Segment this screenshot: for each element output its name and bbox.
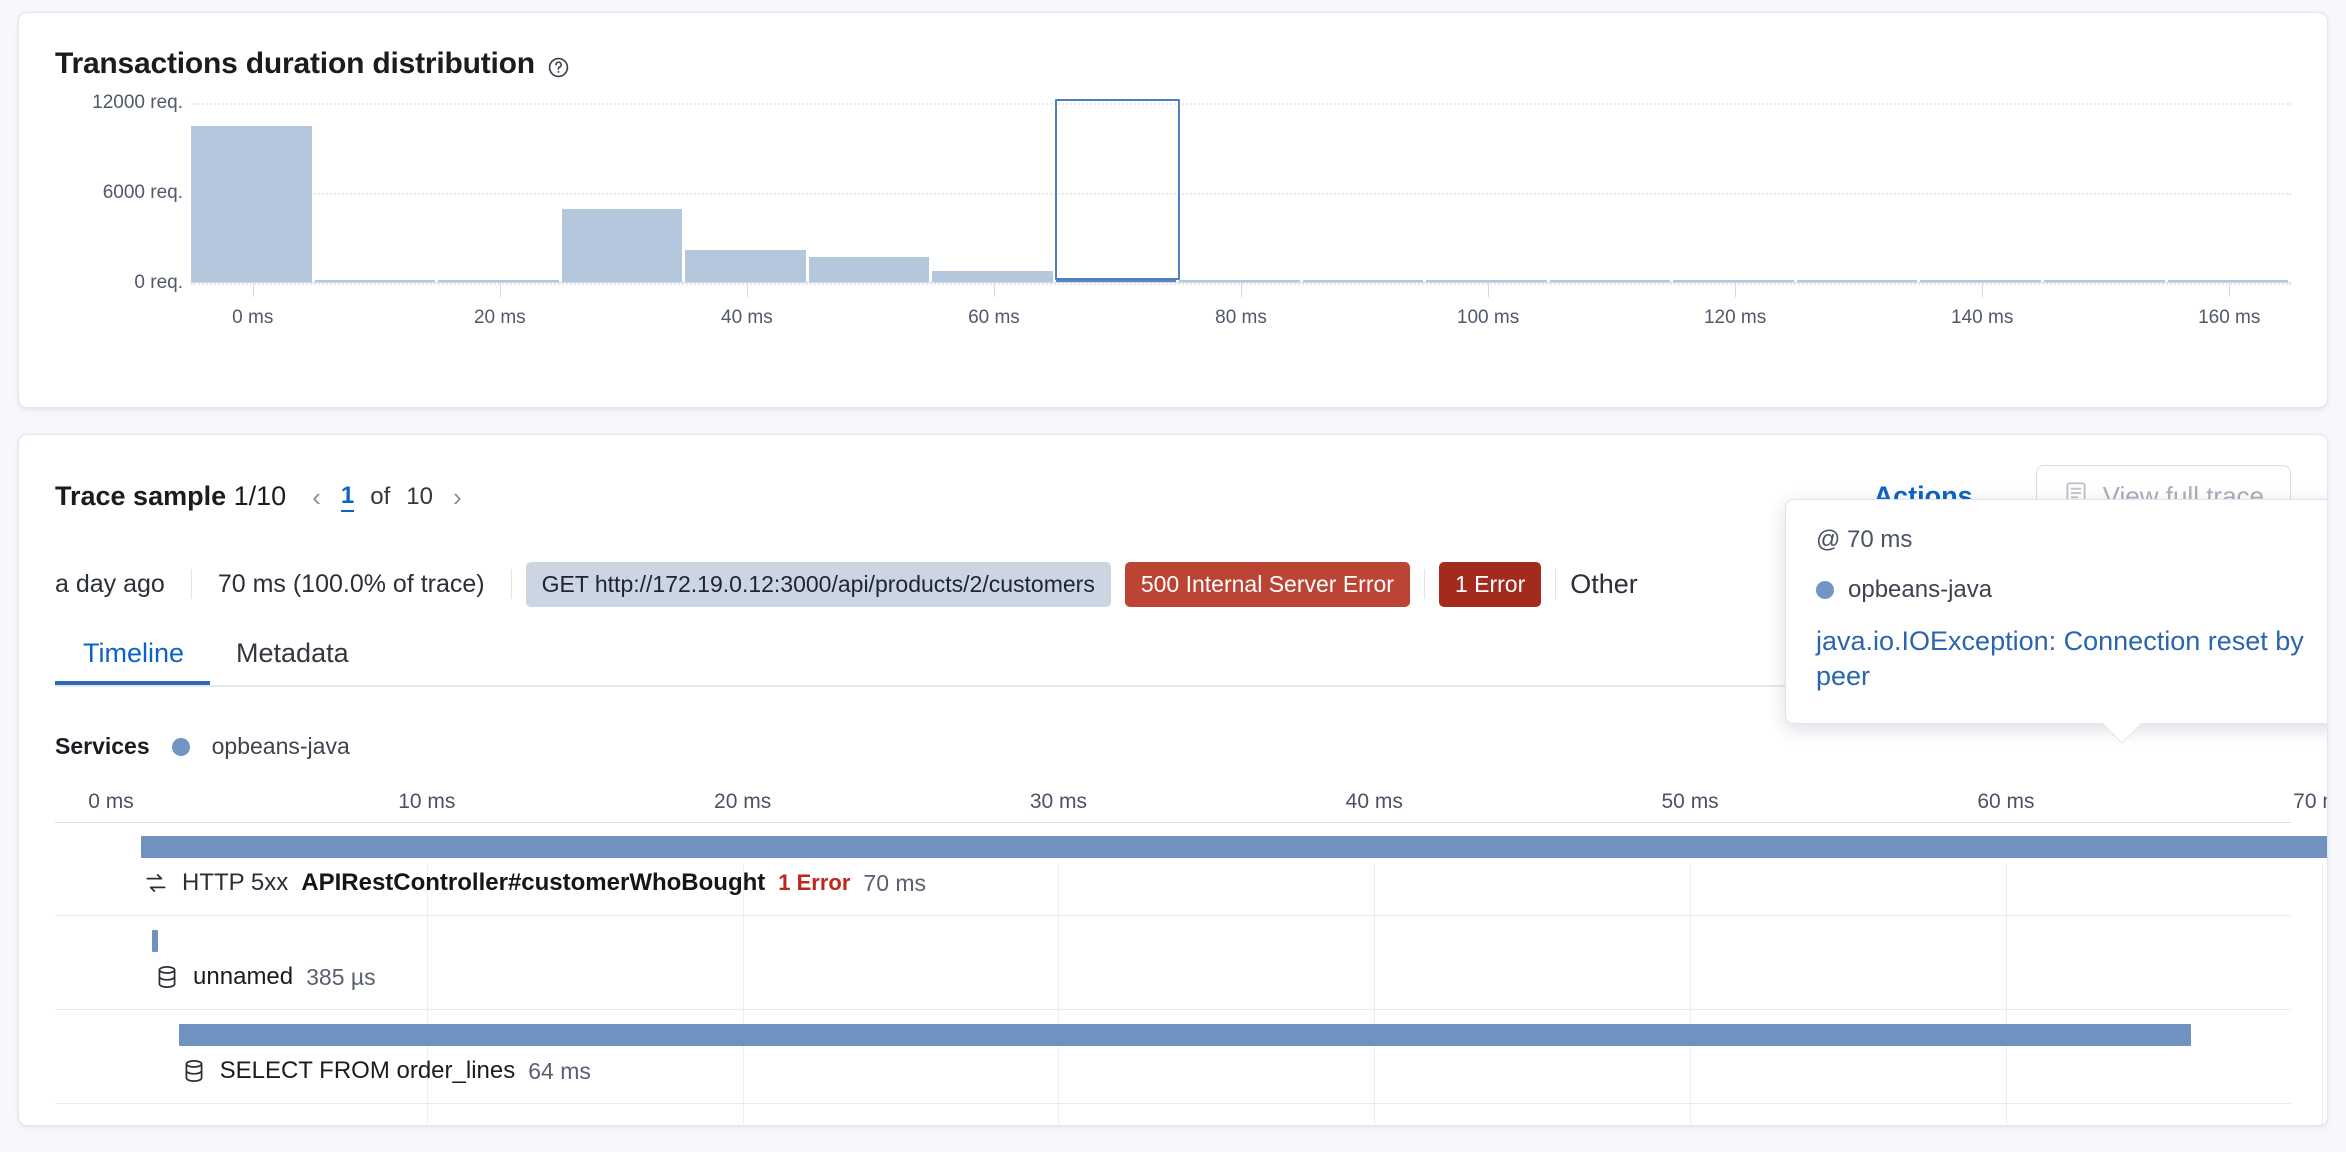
waterfall-row-duration: 385 µs	[306, 964, 376, 991]
distribution-x-tick-label: 120 ms	[1704, 307, 1766, 329]
distribution-x-tick	[1488, 283, 1489, 297]
trace-timestamp: a day ago	[55, 570, 191, 599]
transaction-type-label: Other	[1556, 569, 1638, 600]
waterfall-row-label: SELECT FROM order_lines 64 ms	[181, 1057, 591, 1085]
trace-sample-title-bold: Trace sample	[55, 481, 226, 511]
question-circle-icon[interactable]	[547, 53, 570, 76]
waterfall-axis-tick: 50 ms	[1662, 790, 1719, 814]
trace-sample-panel: Trace sample 1/10 ‹ 1 of 10 › Actions	[18, 434, 2328, 1126]
error-count-badge[interactable]: 1 Error	[1439, 562, 1541, 607]
waterfall-row-duration: 64 ms	[528, 1058, 591, 1085]
distribution-x-axis-labels: 0 ms 20 ms 40 ms 60 ms 80 ms 100 ms 120 ms 140 …	[191, 299, 2291, 335]
transactions-duration-distribution-panel: Transactions duration distribution 12000…	[18, 12, 2328, 408]
trace-duration: 70 ms (100.0% of trace)	[192, 570, 511, 599]
distribution-bar[interactable]	[191, 126, 312, 283]
trace-sample-title: Trace sample 1/10	[55, 481, 286, 512]
waterfall-axis-tick: 40 ms	[1346, 790, 1403, 814]
trace-sample-title-count: 1/10	[234, 481, 287, 511]
waterfall-row[interactable]: HTTP 5xx APIRestController#customerWhoBou…	[55, 822, 2291, 916]
waterfall-axis-tick: 20 ms	[714, 790, 771, 814]
services-legend: Services opbeans-java	[55, 733, 2291, 760]
y-tick-0: 0 req.	[134, 272, 183, 294]
chevron-left-icon[interactable]: ‹	[308, 482, 325, 512]
pagination-current-page[interactable]: 1	[341, 482, 354, 512]
meta-divider	[1424, 569, 1425, 599]
gridline-0	[191, 283, 2291, 285]
distribution-x-axis-line	[191, 282, 2291, 283]
waterfall-row[interactable]: SELECT FROM order_lines 64 ms	[55, 1010, 2291, 1104]
distribution-x-tick	[1241, 283, 1242, 297]
distribution-x-tick-label: 100 ms	[1457, 307, 1519, 329]
y-tick-6000: 6000 req.	[103, 182, 183, 204]
tab-timeline[interactable]: Timeline	[55, 632, 210, 685]
waterfall-bar[interactable]	[141, 836, 2328, 858]
distribution-title-text: Transactions duration distribution	[55, 47, 535, 81]
distribution-x-tick-label: 80 ms	[1215, 307, 1267, 329]
tab-metadata[interactable]: Metadata	[210, 632, 375, 685]
distribution-chart[interactable]: 12000 req. 6000 req. 0 req. 0 ms 20 ms 40 …	[55, 103, 2291, 353]
trace-pagination[interactable]: ‹ 1 of 10 ›	[308, 482, 465, 512]
waterfall-axis: 0 ms10 ms20 ms30 ms40 ms50 ms60 ms70 ms	[55, 782, 2291, 822]
popover-service: opbeans-java	[1816, 576, 2316, 604]
waterfall-row-error[interactable]: 1 Error	[778, 870, 850, 896]
distribution-y-axis: 12000 req. 6000 req. 0 req.	[55, 103, 183, 283]
distribution-bar[interactable]	[685, 250, 806, 283]
pagination-of-label: of	[370, 483, 390, 511]
waterfall-axis-tick: 70 ms	[2293, 790, 2328, 814]
popover-service-name: opbeans-java	[1848, 576, 1992, 604]
pagination-total-pages: 10	[406, 483, 433, 511]
waterfall-axis-tick: 10 ms	[398, 790, 455, 814]
distribution-x-tick	[2229, 283, 2230, 297]
waterfall-row-label: unnamed 385 µs	[154, 963, 376, 991]
distribution-x-tick-label: 60 ms	[968, 307, 1020, 329]
distribution-x-tick	[1982, 283, 1983, 297]
distribution-x-tick-label: 160 ms	[2198, 307, 2260, 329]
distribution-title: Transactions duration distribution	[55, 47, 2291, 81]
waterfall-row-name[interactable]: APIRestController#customerWhoBought	[301, 869, 765, 897]
database-icon	[181, 1058, 207, 1084]
waterfall-gridline	[2322, 864, 2323, 1126]
services-label: Services	[55, 733, 150, 760]
distribution-x-tick-label: 40 ms	[721, 307, 773, 329]
waterfall-axis-tick: 60 ms	[1977, 790, 2034, 814]
y-tick-12000: 12000 req.	[92, 92, 183, 114]
trace-url-badge[interactable]: GET http://172.19.0.12:3000/api/products…	[526, 562, 1111, 607]
waterfall-row-duration: 70 ms	[863, 870, 926, 897]
popover-timestamp: @ 70 ms	[1816, 526, 2316, 554]
distribution-x-tick-label: 0 ms	[232, 307, 273, 329]
waterfall-bar[interactable]	[152, 930, 158, 952]
http-status-badge[interactable]: 500 Internal Server Error	[1125, 562, 1410, 607]
chevron-right-icon[interactable]: ›	[449, 482, 466, 512]
waterfall-row-name[interactable]: SELECT FROM order_lines	[220, 1057, 516, 1085]
waterfall-rows[interactable]: HTTP 5xx APIRestController#customerWhoBou…	[55, 822, 2291, 1104]
waterfall-bar[interactable]	[179, 1024, 2192, 1046]
distribution-x-tick	[500, 283, 501, 297]
waterfall-row-name[interactable]: unnamed	[193, 963, 293, 991]
distribution-plot-area[interactable]	[191, 103, 2291, 283]
distribution-x-tick-label: 140 ms	[1951, 307, 2013, 329]
waterfall-axis-tick: 0 ms	[88, 790, 134, 814]
distribution-bars[interactable]	[191, 103, 2291, 283]
distribution-x-tick	[747, 283, 748, 297]
popover-error-link[interactable]: java.io.IOException: Connection reset by…	[1816, 624, 2316, 693]
meta-divider	[511, 569, 512, 599]
distribution-x-tick	[994, 283, 995, 297]
waterfall-axis-tick: 30 ms	[1030, 790, 1087, 814]
distribution-x-tick-label: 20 ms	[474, 307, 526, 329]
error-popover: @ 70 ms opbeans-java java.io.IOException…	[1785, 499, 2328, 724]
waterfall: 0 ms10 ms20 ms30 ms40 ms50 ms60 ms70 ms …	[55, 782, 2291, 1104]
waterfall-row-kind: HTTP 5xx	[182, 869, 288, 897]
distribution-bar[interactable]	[562, 209, 683, 283]
service-color-dot	[172, 738, 190, 756]
apm-transaction-details-page: Transactions duration distribution 12000…	[0, 0, 2346, 1152]
waterfall-row[interactable]: unnamed 385 µs	[55, 916, 2291, 1010]
service-name-label: opbeans-java	[212, 733, 350, 760]
database-icon	[154, 964, 180, 990]
popover-service-dot	[1816, 581, 1834, 599]
transaction-icon	[143, 870, 169, 896]
distribution-x-tick	[253, 283, 254, 297]
distribution-x-tick	[1735, 283, 1736, 297]
waterfall-row-label: HTTP 5xx APIRestController#customerWhoBou…	[143, 869, 926, 897]
distribution-bar[interactable]	[809, 257, 930, 283]
